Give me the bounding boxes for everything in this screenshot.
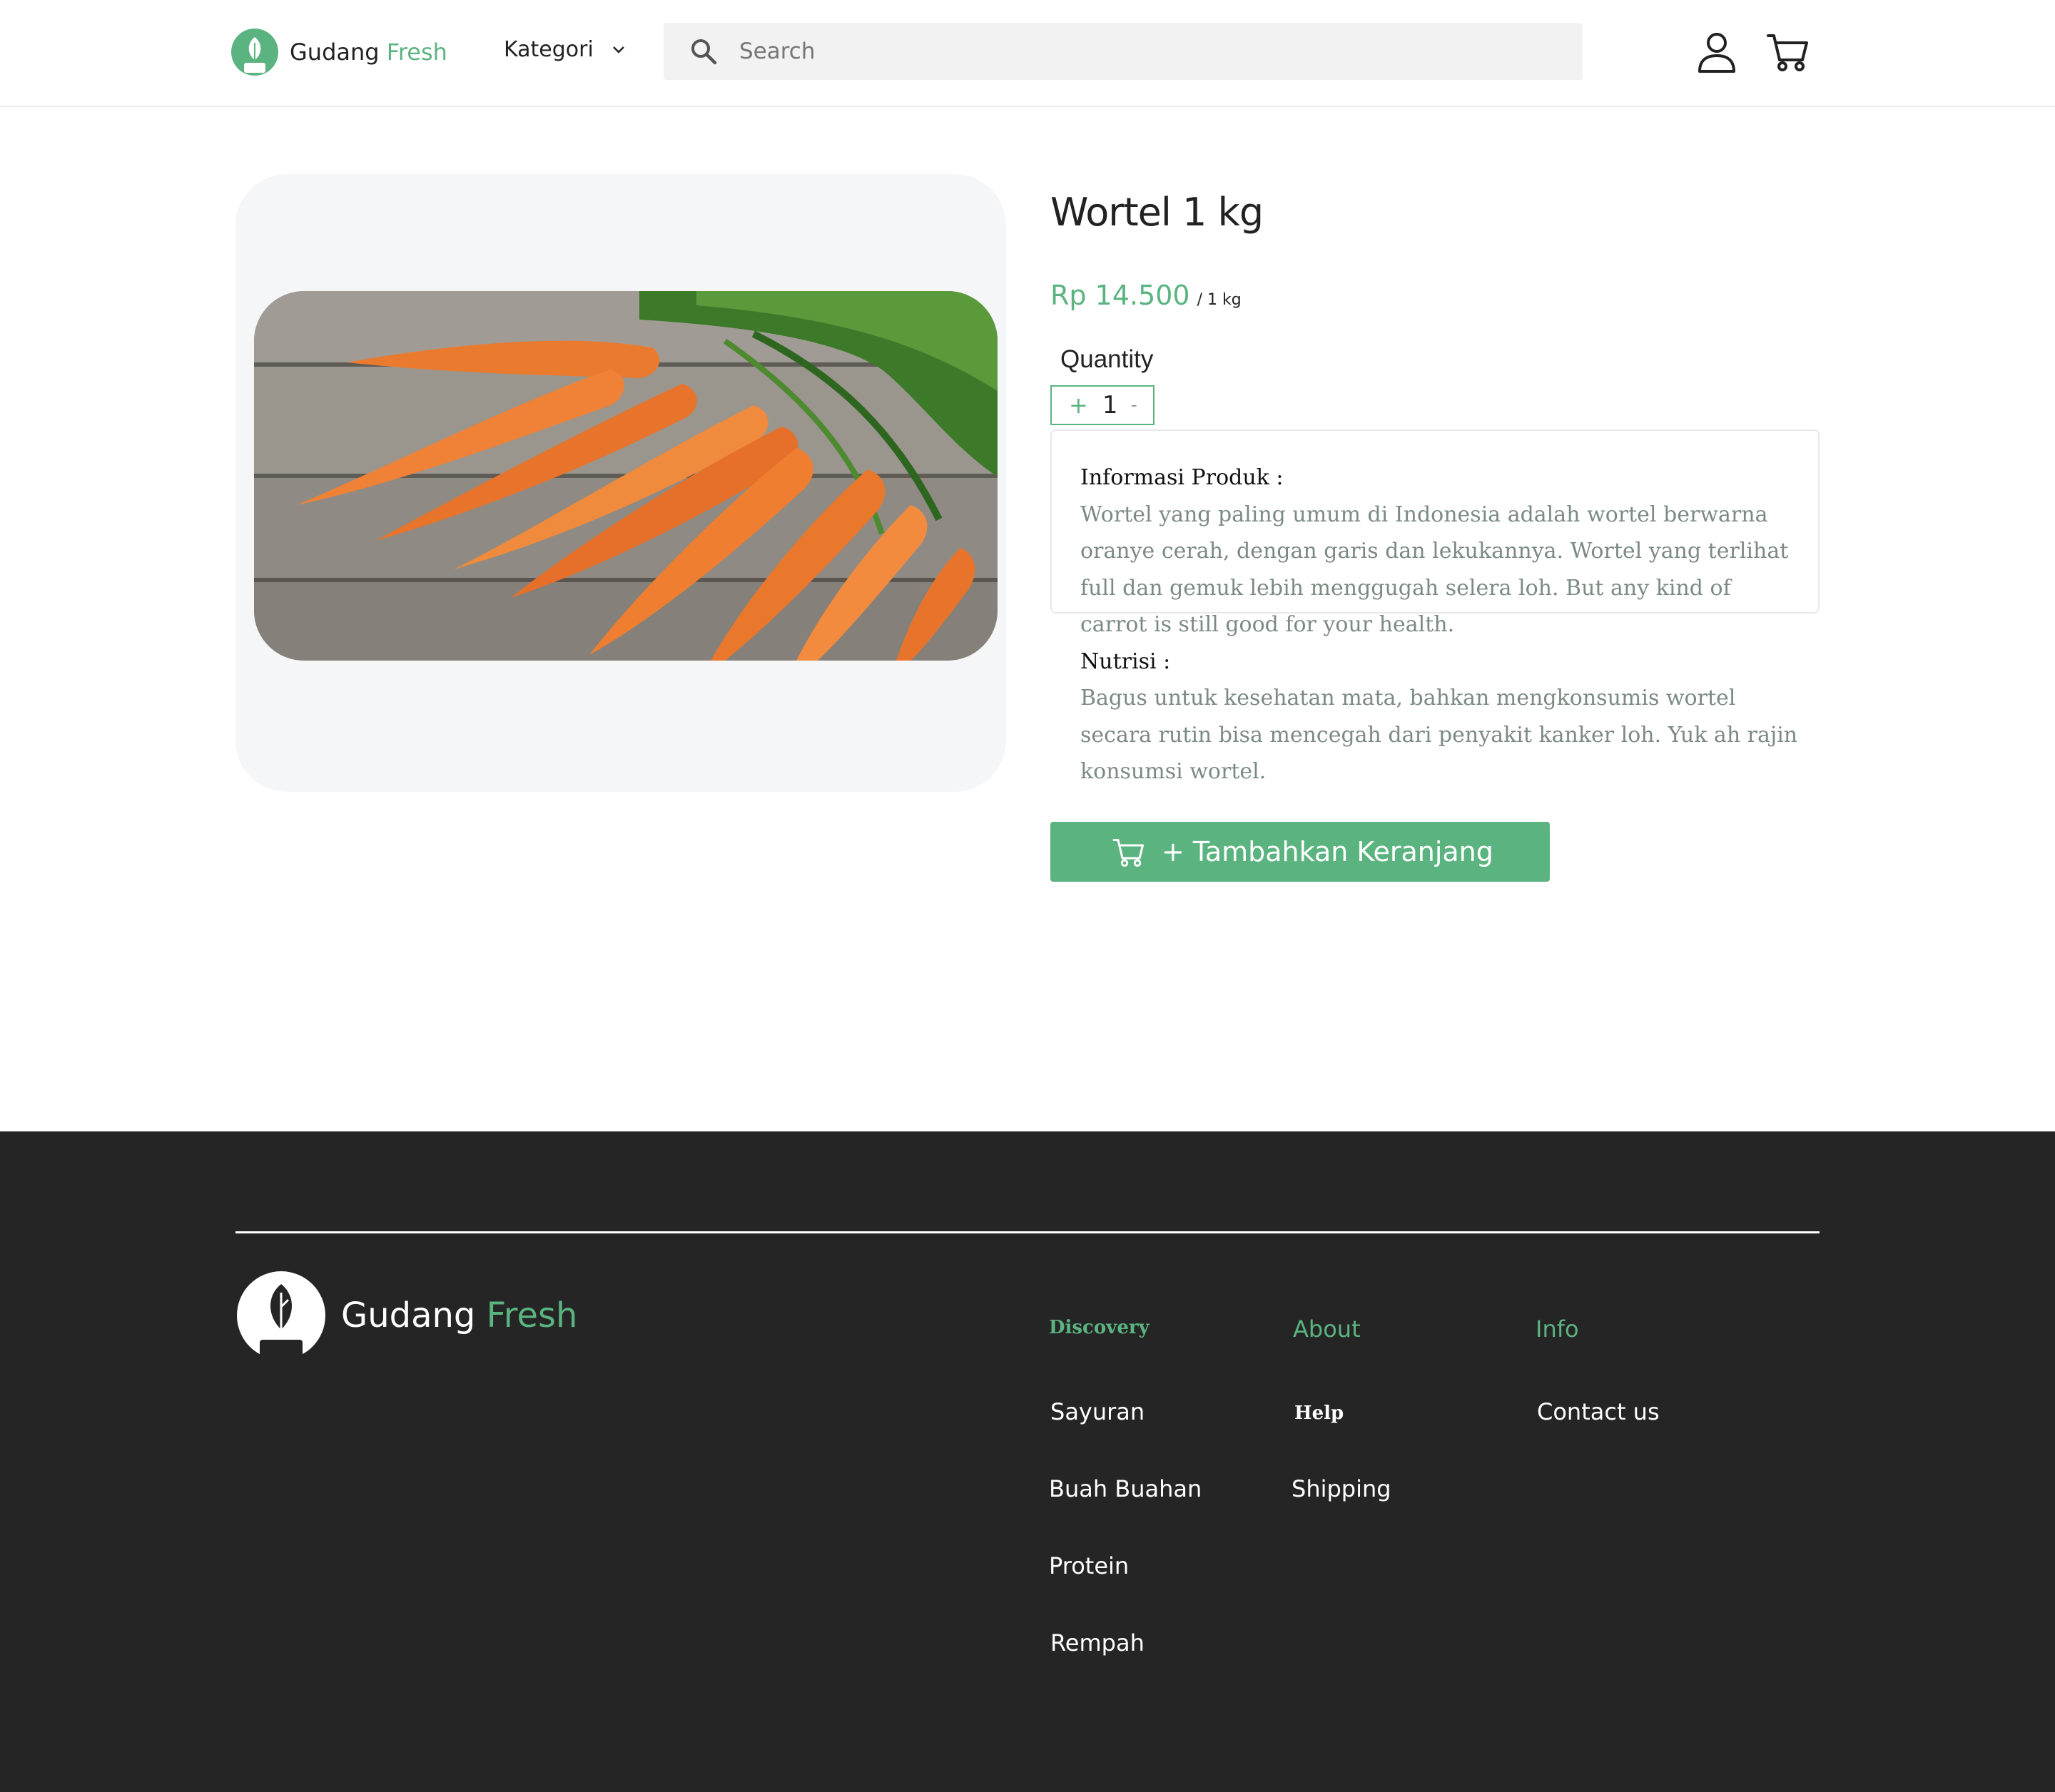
cart-icon: [1112, 839, 1144, 867]
product-description: Informasi Produk : Wortel yang paling um…: [1080, 459, 1801, 790]
search-icon[interactable]: [689, 37, 718, 66]
footer-brand-logo[interactable]: Gudang Fresh: [235, 1271, 577, 1360]
nutrition-heading: Nutrisi :: [1080, 648, 1171, 674]
footer-link-sayuran[interactable]: Sayuran: [1050, 1398, 1145, 1425]
price-unit: / 1 kg: [1197, 291, 1242, 309]
footer-link-protein[interactable]: Protein: [1049, 1552, 1129, 1579]
add-to-cart-button[interactable]: + Tambahkan Keranjang: [1050, 822, 1550, 882]
quantity-decrement-button[interactable]: -: [1130, 394, 1137, 416]
quantity-increment-button[interactable]: +: [1069, 392, 1088, 419]
header: Gudang Fresh Kategori: [0, 0, 2055, 107]
footer-link-contact-us[interactable]: Contact us: [1537, 1398, 1660, 1425]
footer-link-help[interactable]: Help: [1294, 1402, 1344, 1424]
quantity-stepper: + 1 -: [1050, 385, 1155, 425]
product-image-card: [235, 174, 1006, 792]
product-price: Rp 14.500: [1050, 280, 1190, 311]
carrot-product-image: [254, 291, 998, 661]
brand-name: Gudang Fresh: [290, 39, 447, 66]
search-input[interactable]: [738, 38, 1526, 65]
quantity-value: 1: [1102, 391, 1118, 419]
cart-icon[interactable]: [1765, 29, 1811, 74]
chevron-down-icon: [612, 46, 624, 54]
kategori-dropdown[interactable]: Kategori: [504, 37, 625, 62]
info-heading: Informasi Produk :: [1080, 465, 1284, 490]
footer-link-shipping[interactable]: Shipping: [1292, 1475, 1391, 1502]
footer-divider: [235, 1231, 1820, 1233]
footer-link-rempah[interactable]: Rempah: [1050, 1629, 1145, 1656]
leaf-logo-icon: [231, 29, 278, 76]
brand-logo[interactable]: Gudang Fresh: [230, 27, 447, 77]
footer-brand-name: Gudang Fresh: [341, 1295, 578, 1335]
footer-heading-discovery: Discovery: [1049, 1317, 1150, 1338]
quantity-label: Quantity: [1060, 345, 1154, 373]
footer-heading-info: Info: [1536, 1315, 1579, 1343]
kategori-label: Kategori: [504, 37, 594, 62]
footer-link-buah-buahan[interactable]: Buah Buahan: [1049, 1475, 1202, 1502]
search-bar: [664, 23, 1583, 80]
product-title: Wortel 1 kg: [1050, 190, 1264, 235]
footer-heading-about: About: [1293, 1315, 1361, 1343]
info-text: Wortel yang paling umum di Indonesia ada…: [1080, 502, 1789, 638]
user-icon[interactable]: [1694, 29, 1740, 74]
footer: Gudang Fresh Discovery Sayuran Buah Buah…: [0, 1131, 2055, 1792]
nutrition-text: Bagus untuk kesehatan mata, bahkan mengk…: [1080, 686, 1798, 784]
leaf-logo-icon: [237, 1271, 325, 1360]
add-to-cart-label: + Tambahkan Keranjang: [1162, 836, 1493, 867]
price-row: Rp 14.500 / 1 kg: [1050, 280, 1242, 311]
